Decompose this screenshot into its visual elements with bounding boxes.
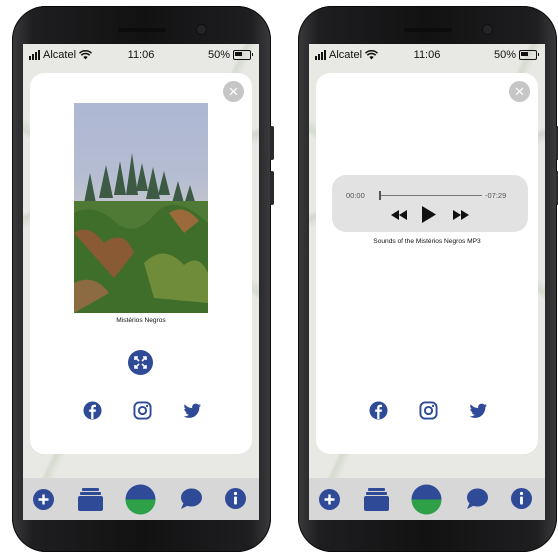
signal-icon xyxy=(29,50,40,60)
chat-icon[interactable] xyxy=(179,488,202,510)
front-camera xyxy=(197,25,206,34)
wifi-icon xyxy=(79,50,93,60)
current-time: 00:00 xyxy=(346,191,365,200)
facebook-icon[interactable] xyxy=(369,401,388,420)
fast-forward-icon[interactable] xyxy=(452,209,470,221)
close-button[interactable]: × xyxy=(509,81,530,102)
phone-screen: Alcatel 11:06 50% × 00:00 -07:29 Sounds … xyxy=(309,44,545,520)
layers-icon[interactable] xyxy=(364,487,389,511)
add-icon[interactable] xyxy=(319,489,340,510)
clock: 11:06 xyxy=(413,49,441,61)
media-card: × 00:00 -07:29 Sounds of the Mistérios N… xyxy=(316,73,538,454)
audio-player: 00:00 -07:29 xyxy=(332,175,528,232)
expand-icon xyxy=(134,356,147,369)
phone-frame-left: Alcatel 11:06 50% × Mistérios Negros xyxy=(12,6,274,552)
front-camera xyxy=(483,25,492,34)
info-icon[interactable] xyxy=(225,488,246,509)
volume-button xyxy=(270,126,274,160)
clock: 11:06 xyxy=(127,49,155,61)
earpiece-speaker xyxy=(403,28,452,32)
bottom-nav-bar xyxy=(23,478,259,520)
audio-caption: Sounds of the Mistérios Negros MP3 xyxy=(373,238,481,245)
social-links xyxy=(83,401,202,420)
close-button[interactable]: × xyxy=(223,81,244,102)
instagram-icon[interactable] xyxy=(419,401,438,420)
add-icon[interactable] xyxy=(33,489,54,510)
battery-icon xyxy=(519,50,539,60)
power-button xyxy=(270,171,274,205)
chat-icon[interactable] xyxy=(465,488,488,510)
status-bar: Alcatel 11:06 50% xyxy=(23,44,259,66)
carrier-name: Alcatel xyxy=(43,49,77,61)
photo-caption: Mistérios Negros xyxy=(116,317,166,324)
map-globe-icon[interactable] xyxy=(411,484,442,515)
media-card: × Mistérios Negros xyxy=(30,73,252,454)
facebook-icon[interactable] xyxy=(83,401,102,420)
bottom-nav-bar xyxy=(309,478,545,520)
wifi-icon xyxy=(365,50,379,60)
rewind-icon[interactable] xyxy=(390,209,408,221)
battery-icon xyxy=(233,50,253,60)
progress-track[interactable] xyxy=(380,195,482,196)
map-globe-icon[interactable] xyxy=(125,484,156,515)
battery-percent: 50% xyxy=(493,49,516,61)
phone-frame-right: Alcatel 11:06 50% × 00:00 -07:29 Sounds … xyxy=(298,6,558,552)
expand-button[interactable] xyxy=(128,350,153,375)
signal-icon xyxy=(315,50,326,60)
instagram-icon[interactable] xyxy=(133,401,152,420)
phone-screen: Alcatel 11:06 50% × Mistérios Negros xyxy=(23,44,259,520)
earpiece-speaker xyxy=(117,28,166,32)
twitter-icon[interactable] xyxy=(469,401,488,420)
forest-photo xyxy=(74,103,208,313)
progress-handle[interactable] xyxy=(379,191,381,200)
layers-icon[interactable] xyxy=(78,487,103,511)
play-icon[interactable] xyxy=(421,205,437,224)
twitter-icon[interactable] xyxy=(183,401,202,420)
carrier-name: Alcatel xyxy=(329,49,363,61)
battery-percent: 50% xyxy=(207,49,230,61)
social-links xyxy=(369,401,488,420)
info-icon[interactable] xyxy=(511,488,532,509)
remaining-time: -07:29 xyxy=(485,191,507,200)
status-bar: Alcatel 11:06 50% xyxy=(309,44,545,66)
